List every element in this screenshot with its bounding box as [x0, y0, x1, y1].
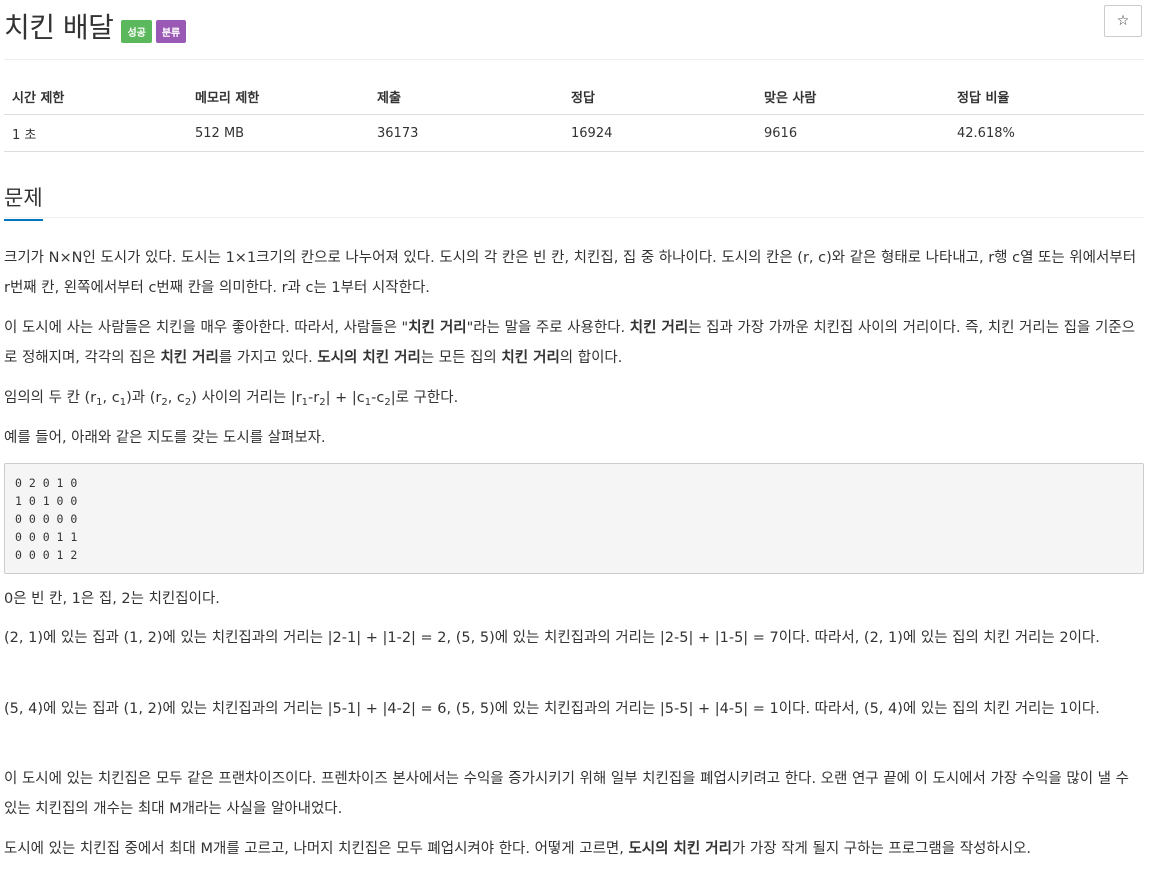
header-solvers: 맞은 사람 [756, 79, 949, 115]
section-divider [4, 217, 1144, 218]
problem-paragraph-6: (2, 1)에 있는 집과 (1, 2)에 있는 치킨집과의 거리는 |2-1|… [4, 630, 1100, 646]
star-icon: ☆ [1116, 13, 1130, 29]
time-limit-value: 1 초 [4, 114, 187, 152]
problem-paragraph-9: 도시에 있는 치킨집 중에서 최대 M개를 고르고, 나머지 치킨집은 모두 폐… [4, 841, 1032, 857]
problem-paragraph-2: 이 도시에 사는 사람들은 치킨을 매우 좋아한다. 따라서, 사람들은 "치킨… [4, 320, 1135, 366]
problem-header: 치킨 배달 성공 분류 [4, 6, 187, 46]
memory-limit-value: 512 MB [187, 114, 369, 152]
header-accepted: 정답 [563, 79, 756, 115]
problem-section-header: 문제 [4, 182, 43, 221]
problem-paragraph-8: 이 도시에 있는 치킨집은 모두 같은 프랜차이즈이다. 프렌차이즈 본사에서는… [4, 771, 1129, 817]
header-memory-limit: 메모리 제한 [187, 79, 369, 115]
success-badge[interactable]: 성공 [121, 19, 152, 43]
problem-paragraph-1: 크기가 N×N인 도시가 있다. 도시는 1×1크기의 칸으로 나누어져 있다.… [4, 250, 1137, 296]
accepted-value: 16924 [563, 114, 756, 152]
submissions-value: 36173 [369, 114, 563, 152]
header-submissions: 제출 [369, 79, 563, 115]
star-button[interactable]: ☆ [1104, 5, 1142, 37]
header-accept-ratio: 정답 비율 [949, 79, 1144, 115]
problem-paragraph-4: 예를 들어, 아래와 같은 지도를 갖는 도시를 살펴보자. [4, 430, 326, 446]
section-title: 문제 [4, 182, 43, 221]
table-row: 1 초 512 MB 36173 16924 9616 42.618% [4, 114, 1144, 152]
solvers-value: 9616 [756, 114, 949, 152]
page-title: 치킨 배달 [4, 11, 114, 44]
example-city-map: 0 2 0 1 0 1 0 1 0 0 0 0 0 0 0 0 0 0 1 1 … [4, 463, 1144, 574]
accept-ratio-value: 42.618% [949, 114, 1144, 152]
problem-info-table: 시간 제한 메모리 제한 제출 정답 맞은 사람 정답 비율 1 초 512 M… [4, 79, 1144, 152]
problem-paragraph-5: 0은 빈 칸, 1은 집, 2는 치킨집이다. [4, 591, 220, 607]
header-time-limit: 시간 제한 [4, 79, 187, 115]
problem-paragraph-3: 임의의 두 칸 (r1, c1)과 (r2, c2) 사이의 거리는 |r1-r… [4, 390, 459, 408]
classification-badge[interactable]: 분류 [155, 19, 187, 43]
header-divider [4, 59, 1144, 60]
table-header-row: 시간 제한 메모리 제한 제출 정답 맞은 사람 정답 비율 [4, 79, 1144, 115]
problem-paragraph-7: (5, 4)에 있는 집과 (1, 2)에 있는 치킨집과의 거리는 |5-1|… [4, 701, 1100, 717]
